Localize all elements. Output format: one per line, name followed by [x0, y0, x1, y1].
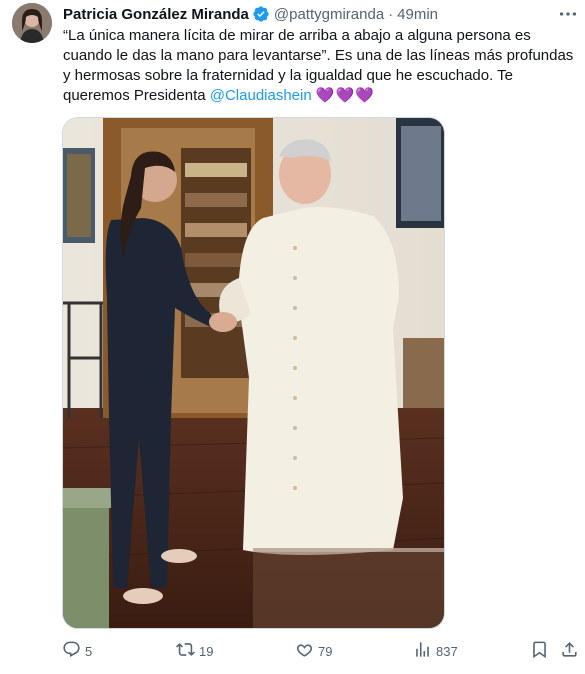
action-bar: 5 19 79 837: [0, 640, 585, 662]
reply-count: 5: [85, 643, 93, 659]
mention-link[interactable]: @Claudiashein: [210, 87, 312, 104]
views-button[interactable]: 837: [413, 640, 458, 662]
author-name[interactable]: Patricia González Miranda: [63, 6, 249, 23]
author-handle[interactable]: @pattygmiranda: [274, 6, 384, 23]
tweet-photo[interactable]: [62, 117, 445, 629]
heart-icon: [295, 640, 314, 662]
avatar[interactable]: [12, 3, 52, 43]
bookmark-icon: [530, 640, 549, 662]
verified-badge-icon: [252, 5, 270, 23]
reply-button[interactable]: 5: [62, 640, 92, 662]
tweet-text: “La única manera lícita de mirar de arri…: [63, 26, 579, 106]
share-icon: [560, 640, 579, 662]
purple-heart-emoji: 💜💜💜: [315, 87, 375, 104]
analytics-icon: [413, 640, 432, 662]
retweet-count: 19: [199, 643, 214, 659]
reply-icon: [62, 640, 81, 662]
bookmark-button[interactable]: [530, 640, 549, 662]
share-button[interactable]: [560, 640, 579, 662]
view-count: 837: [436, 643, 458, 659]
like-button[interactable]: 79: [295, 640, 332, 662]
retweet-button[interactable]: 19: [176, 640, 213, 662]
timestamp[interactable]: 49min: [397, 6, 438, 23]
separator-dot: ·: [388, 5, 394, 23]
retweet-icon: [176, 640, 195, 662]
tweet-header: Patricia González Miranda @pattygmiranda…: [63, 4, 438, 24]
more-options-icon[interactable]: [557, 3, 579, 25]
like-count: 79: [318, 643, 333, 659]
